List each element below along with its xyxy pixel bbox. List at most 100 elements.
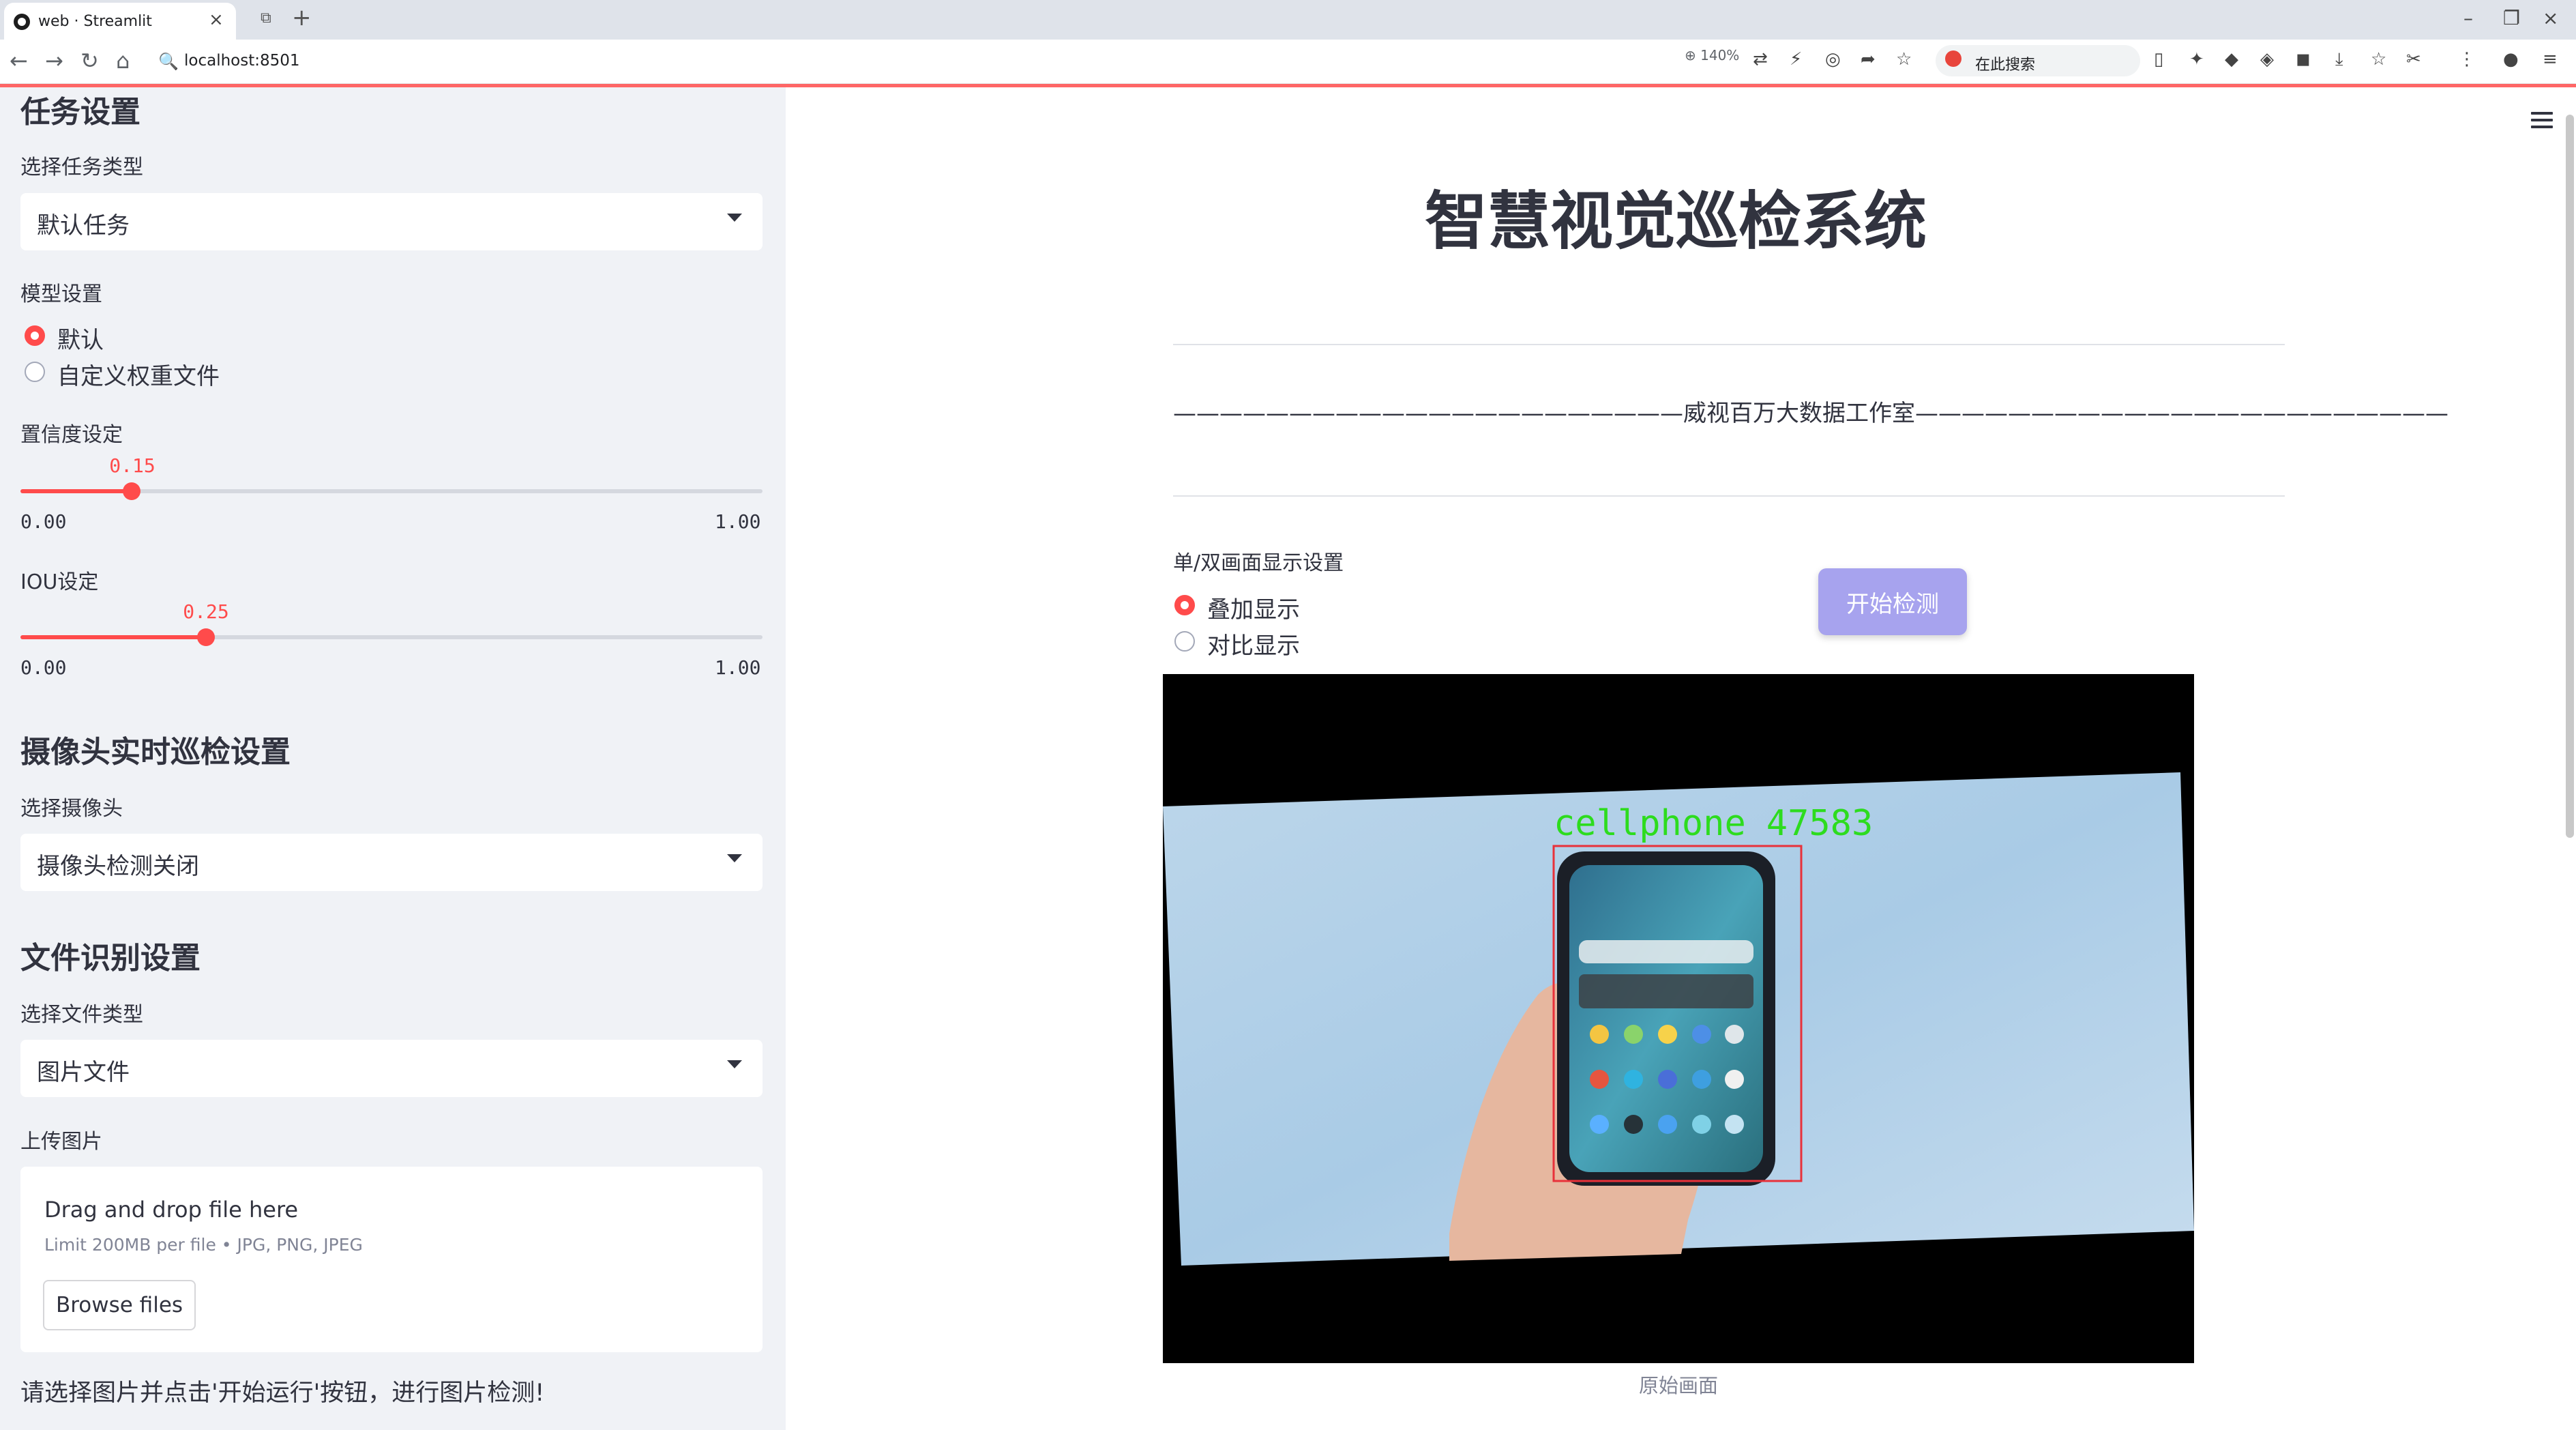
new-tab-icon[interactable]: + [292,4,312,31]
reading-icon[interactable]: ▯ [2154,49,2163,70]
zoom-indicator[interactable]: ⊕ 140% [1685,47,1739,63]
translate-icon[interactable]: ⇄ [1753,49,1768,70]
scrollbar[interactable] [2566,115,2574,838]
extension-2-icon[interactable]: ◈ [2260,49,2274,70]
task-type-label: 选择任务类型 [20,156,143,179]
detection-image: cellphone 47583 [1163,674,2194,1363]
radio-selected-icon[interactable] [25,325,45,346]
browser-tab-strip: web · Streamlit × ⧉ + – ❐ × [0,0,2576,40]
confidence-label: 置信度设定 [20,423,123,447]
minimize-icon[interactable]: – [2463,7,2473,29]
file-type-value: 图片文件 [37,1059,130,1086]
browse-files-button[interactable]: Browse files [43,1280,196,1330]
model-option-label: 默认 [57,327,104,354]
display-mode-label: 单/双画面显示设置 [1173,551,1344,575]
sidebar: 任务设置 选择任务类型 默认任务 模型设置 默认 自定义权重文件 置信度设定 0… [0,87,786,1430]
window-close-icon[interactable]: × [2543,7,2558,29]
url-text[interactable]: localhost:8501 [184,52,300,70]
restore-icon[interactable]: ❐ [2503,7,2520,29]
bookmark-star-icon[interactable]: ☆ [1896,49,1912,70]
search-placeholder: 在此搜索 [1975,57,2036,74]
iou-slider[interactable] [20,628,763,646]
detection-label: cellphone 47583 [1554,803,1873,844]
confidence-max: 1.00 [715,510,761,533]
radio-selected-icon[interactable] [1174,595,1195,615]
chevron-down-icon [727,214,742,222]
favorites-icon[interactable]: ☆ [2371,49,2386,70]
start-detection-button[interactable]: 开始检测 [1818,568,1967,635]
zoom-icon: ⊕ [1685,47,1696,63]
camera-select[interactable]: 摄像头检测关闭 [20,834,763,891]
home-icon[interactable]: ⌂ [116,48,130,74]
extension-3-icon[interactable]: ◼ [2296,49,2311,70]
image-caption: 原始画面 [1638,1374,1718,1397]
task-type-select[interactable]: 默认任务 [20,193,763,250]
upload-label: 上传图片 [20,1130,102,1154]
dropzone-title: Drag and drop file here [44,1197,299,1223]
camera-label: 选择摄像头 [20,797,123,821]
browser-navbar: ← → ↻ ⌂ 🔍 localhost:8501 ⊕ 140% ⇄ ⚡ ◎ ➦ … [0,40,2576,85]
tab-title: web · Streamlit [38,13,152,30]
iou-value: 0.25 [183,600,229,623]
main-content: 智慧视觉巡检系统 ——————————————————————威视百万大数据工作… [786,87,2576,1430]
detection-score: 47583 [1766,803,1874,844]
forward-icon[interactable]: → [45,48,63,74]
model-settings-label: 模型设置 [20,282,102,306]
tab-actions-icon[interactable]: ⧉ [261,10,271,27]
bolt-icon[interactable]: ⚡ [1790,49,1802,70]
site-info-icon[interactable]: 🔍 [158,52,179,71]
share-icon[interactable]: ➦ [1861,49,1876,70]
file-settings-heading: 文件识别设置 [20,941,201,976]
iou-label: IOU设定 [20,570,99,594]
extension-icon[interactable]: ◆ [2225,49,2238,70]
iou-slider-handle[interactable] [197,628,215,646]
file-type-label: 选择文件类型 [20,1003,143,1027]
model-option-label: 自定义权重文件 [57,363,220,390]
browser-tab[interactable]: web · Streamlit × [4,3,236,40]
task-type-value: 默认任务 [37,212,130,239]
tab-close-icon[interactable]: × [209,10,224,30]
tools-icon[interactable]: ✂ [2406,49,2421,70]
radio-unselected-icon[interactable] [1174,631,1195,652]
camera-value: 摄像头检测关闭 [37,853,199,880]
dropzone-limit: Limit 200MB per file • JPG, PNG, JPEG [44,1235,363,1255]
detection-class: cellphone [1554,803,1746,844]
detection-frame: cellphone 47583 [1163,772,2194,1266]
iou-slider-fill [20,635,206,639]
phone-media-widget [1579,974,1753,1008]
assistant-icon[interactable]: ✦ [2189,49,2204,70]
display-option-label: 对比显示 [1207,632,1300,660]
phone-search-bar [1579,940,1753,963]
radio-unselected-icon[interactable] [25,362,45,382]
confidence-min: 0.00 [20,510,67,533]
divider [1173,344,2285,345]
page-title: 智慧视觉巡检系统 [1424,185,1927,258]
hamburger-menu-icon[interactable] [2531,112,2553,128]
chevron-down-icon [727,1060,742,1068]
iou-min: 0.00 [20,656,67,679]
confidence-slider[interactable] [20,482,763,500]
file-dropzone[interactable]: Drag and drop file here Limit 200MB per … [20,1167,763,1352]
download-icon[interactable]: ⤓ [2335,49,2343,70]
file-type-select[interactable]: 图片文件 [20,1040,763,1097]
browser-search-box[interactable]: 在此搜索 [1936,45,2140,76]
zoom-level: 140% [1700,47,1740,63]
display-option-label: 叠加显示 [1207,596,1300,624]
camera-icon[interactable]: ◎ [1825,49,1841,70]
confidence-slider-fill [20,489,132,493]
menu-icon[interactable]: ≡ [2543,49,2558,70]
profile-avatar-icon[interactable]: ● [2503,49,2519,70]
more-icon[interactable]: ⋮ [2458,49,2476,70]
chevron-down-icon [727,854,742,862]
address-bar[interactable]: 🔍 localhost:8501 [150,45,2142,78]
sidebar-instruction: 请选择图片并点击'开始运行'按钮，进行图片检测! [20,1380,545,1407]
reload-icon[interactable]: ↻ [80,48,99,74]
camera-settings-heading: 摄像头实时巡检设置 [20,735,291,770]
search-engine-icon [1945,50,1961,67]
confidence-slider-handle[interactable] [123,482,141,500]
back-icon[interactable]: ← [10,48,28,74]
confidence-value: 0.15 [109,454,156,477]
task-settings-heading: 任务设置 [20,95,140,130]
studio-credit: ——————————————————————威视百万大数据工作室————————… [1173,400,2448,427]
divider [1173,495,2285,497]
